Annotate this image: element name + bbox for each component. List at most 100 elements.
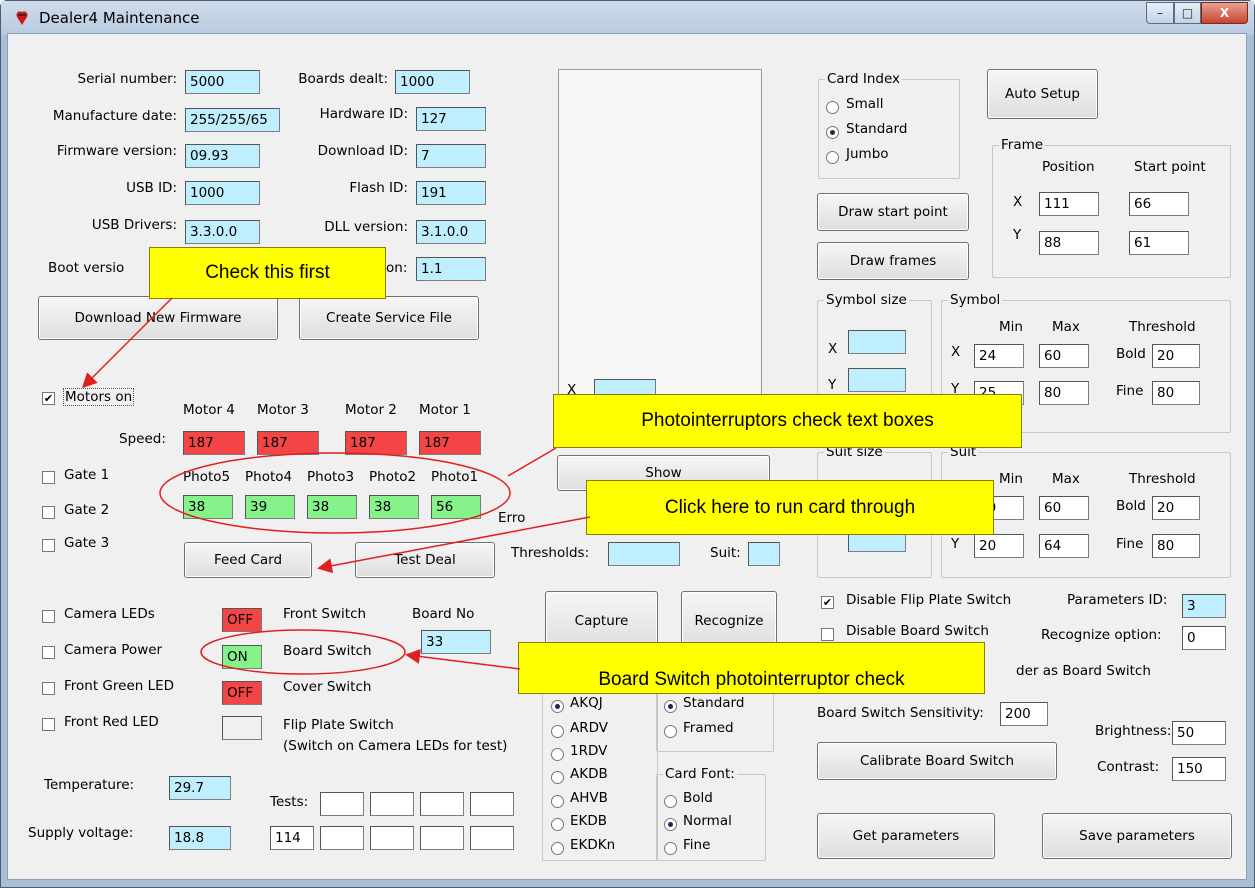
dl-label: Download ID: bbox=[317, 143, 408, 159]
motor-1-speed[interactable]: 187 bbox=[419, 431, 481, 455]
front-red-led-checkbox[interactable] bbox=[42, 718, 55, 731]
symbol-x-max[interactable]: 60 bbox=[1039, 344, 1089, 368]
test-field-7[interactable] bbox=[370, 826, 414, 850]
hw-field[interactable]: 127 bbox=[416, 107, 486, 131]
suit-fine-field[interactable]: 80 bbox=[1152, 534, 1200, 558]
brightness-label: Brightness: bbox=[1095, 723, 1172, 739]
deal-ekdkn-radio[interactable] bbox=[551, 842, 564, 855]
index-standard-radio[interactable] bbox=[826, 126, 839, 139]
create-service-file-button[interactable]: Create Service File bbox=[299, 296, 479, 340]
photo-3-value[interactable]: 38 bbox=[307, 495, 357, 519]
test-field-4[interactable] bbox=[470, 792, 514, 816]
serial-field[interactable]: 5000 bbox=[185, 70, 260, 94]
auto-setup-button[interactable]: Auto Setup bbox=[987, 69, 1098, 119]
feed-card-button[interactable]: Feed Card bbox=[184, 542, 312, 578]
frame-x-position[interactable]: 111 bbox=[1039, 192, 1099, 216]
test-deal-button[interactable]: Test Deal bbox=[355, 542, 495, 578]
close-button[interactable]: X bbox=[1201, 2, 1248, 24]
camera-power-checkbox[interactable] bbox=[42, 646, 55, 659]
gate-3-checkbox[interactable] bbox=[42, 539, 55, 552]
front-green-led-checkbox[interactable] bbox=[42, 682, 55, 695]
maximize-button[interactable]: □ bbox=[1174, 2, 1201, 24]
frame-x-start[interactable]: 66 bbox=[1129, 192, 1189, 216]
suit-y-max[interactable]: 64 bbox=[1039, 534, 1089, 558]
photo-1-value[interactable]: 56 bbox=[431, 495, 481, 519]
frame-y-position[interactable]: 88 bbox=[1039, 231, 1099, 255]
motor-2-speed[interactable]: 187 bbox=[345, 431, 407, 455]
boards-field[interactable]: 1000 bbox=[395, 70, 470, 94]
photo-5-value[interactable]: 38 bbox=[183, 495, 233, 519]
drivers-field[interactable]: 3.3.0.0 bbox=[185, 220, 260, 244]
suit-bold-field[interactable]: 20 bbox=[1152, 496, 1200, 520]
parameters-id-field[interactable]: 3 bbox=[1182, 594, 1226, 618]
gate-1-checkbox[interactable] bbox=[42, 471, 55, 484]
brightness-field[interactable]: 50 bbox=[1172, 721, 1226, 745]
download-firmware-button[interactable]: Download New Firmware bbox=[38, 296, 278, 340]
symbol-bold-field[interactable]: 20 bbox=[1152, 344, 1200, 368]
supply-voltage-field[interactable]: 18.8 bbox=[169, 826, 231, 850]
deal-ahvb-radio[interactable] bbox=[551, 795, 564, 808]
recognize-option-label: Recognize option: bbox=[1041, 627, 1162, 643]
disable-board-checkbox[interactable] bbox=[821, 628, 834, 641]
draw-start-point-button[interactable]: Draw start point bbox=[817, 193, 969, 231]
suit-y-min[interactable]: 20 bbox=[974, 534, 1024, 558]
dll-field[interactable]: 3.1.0.0 bbox=[416, 220, 486, 244]
test-field-8[interactable] bbox=[420, 826, 464, 850]
symbol-size-x-field[interactable] bbox=[848, 330, 906, 354]
minimize-button[interactable]: – bbox=[1146, 2, 1174, 24]
photo-4-value[interactable]: 39 bbox=[245, 495, 295, 519]
dl-field[interactable]: 7 bbox=[416, 144, 486, 168]
fw-field[interactable]: 09.93 bbox=[185, 144, 260, 168]
test-field-2[interactable] bbox=[370, 792, 414, 816]
frame-y-label: Y bbox=[1013, 227, 1022, 243]
disable-flip-checkbox[interactable]: ✔ bbox=[821, 596, 834, 609]
test-field-5[interactable]: 114 bbox=[270, 826, 314, 850]
gate-2-checkbox[interactable] bbox=[42, 506, 55, 519]
index-small-radio[interactable] bbox=[826, 101, 839, 114]
font-normal-label: Normal bbox=[683, 813, 732, 829]
deal-ekdb-radio[interactable] bbox=[551, 818, 564, 831]
index-jumbo-radio[interactable] bbox=[826, 151, 839, 164]
camera-leds-checkbox[interactable] bbox=[42, 610, 55, 623]
font-normal-radio[interactable] bbox=[664, 818, 677, 831]
font-bold-radio[interactable] bbox=[664, 795, 677, 808]
motors-on-checkbox[interactable]: ✔ bbox=[42, 392, 55, 405]
test-field-6[interactable] bbox=[320, 826, 364, 850]
flash-field[interactable]: 191 bbox=[416, 181, 486, 205]
mfg-field[interactable]: 255/255/65 bbox=[185, 108, 280, 132]
motor-4-speed[interactable]: 187 bbox=[183, 431, 245, 455]
loader-label: on: bbox=[386, 260, 408, 276]
photo-2-value[interactable]: 38 bbox=[369, 495, 419, 519]
font-fine-radio[interactable] bbox=[664, 842, 677, 855]
loader-field[interactable]: 1.1 bbox=[416, 257, 486, 281]
test-field-1[interactable] bbox=[320, 792, 364, 816]
symbol-size-y-field[interactable] bbox=[848, 368, 906, 392]
recognize-option-field[interactable]: 0 bbox=[1182, 626, 1226, 650]
suit-field[interactable] bbox=[748, 542, 780, 566]
test-field-9[interactable] bbox=[470, 826, 514, 850]
style-standard-radio[interactable] bbox=[664, 700, 677, 713]
test-field-3[interactable] bbox=[420, 792, 464, 816]
get-parameters-button[interactable]: Get parameters bbox=[817, 813, 995, 859]
save-parameters-button[interactable]: Save parameters bbox=[1042, 813, 1232, 859]
usbid-field[interactable]: 1000 bbox=[185, 181, 260, 205]
board-no-field[interactable]: 33 bbox=[421, 630, 491, 654]
draw-frames-button[interactable]: Draw frames bbox=[817, 242, 969, 280]
calibrate-board-switch-button[interactable]: Calibrate Board Switch bbox=[817, 742, 1057, 780]
sensitivity-field[interactable]: 200 bbox=[1000, 702, 1048, 726]
symbol-y-max[interactable]: 80 bbox=[1039, 381, 1089, 405]
suit-x-max[interactable]: 60 bbox=[1039, 496, 1089, 520]
deal-ardv-radio[interactable] bbox=[551, 725, 564, 738]
symbol-x-min[interactable]: 24 bbox=[974, 344, 1024, 368]
deal-akqj-radio[interactable] bbox=[551, 700, 564, 713]
temperature-field[interactable]: 29.7 bbox=[169, 776, 231, 800]
deal-1rdv-radio[interactable] bbox=[551, 748, 564, 761]
style-framed-radio[interactable] bbox=[664, 725, 677, 738]
motor-3-speed[interactable]: 187 bbox=[257, 431, 319, 455]
thresholds-field[interactable] bbox=[608, 542, 680, 566]
symbol-fine-field[interactable]: 80 bbox=[1152, 381, 1200, 405]
deal-akdb-radio[interactable] bbox=[551, 771, 564, 784]
contrast-field[interactable]: 150 bbox=[1172, 757, 1226, 781]
flip-plate-note: (Switch on Camera LEDs for test) bbox=[283, 738, 508, 754]
frame-y-start[interactable]: 61 bbox=[1129, 231, 1189, 255]
